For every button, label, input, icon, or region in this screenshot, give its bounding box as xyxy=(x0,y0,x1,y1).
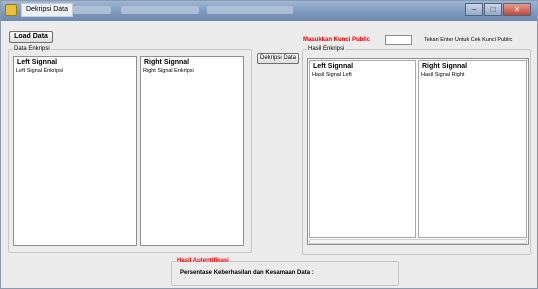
horizontal-scrollbar[interactable] xyxy=(309,239,527,244)
taskbar-tab-blurred xyxy=(73,6,111,14)
left-signal-header: Left Signnal xyxy=(313,63,354,70)
app-window: Dekripsi Data – □ ✕ Load Data Data Enkri… xyxy=(0,0,538,289)
list-item[interactable]: Hasil Signal Right xyxy=(421,72,464,78)
result-list-frame: Left Signnal Hasil Signal Left Right Sig… xyxy=(307,58,529,245)
encrypted-group-title: Data Enkripsi xyxy=(13,45,51,54)
list-item[interactable]: Hasil Signal Left xyxy=(312,72,352,78)
success-percentage-label: Persentase Keberhasilan dan Kesamaan Dat… xyxy=(180,270,314,276)
right-signal-header: Right Signnal xyxy=(422,63,468,70)
list-item[interactable]: Right Signal Enkripsi xyxy=(143,68,194,74)
caption-buttons: – □ ✕ xyxy=(465,3,531,17)
right-signal-header: Right Signnal xyxy=(144,59,190,66)
app-icon xyxy=(5,4,17,16)
decrypt-data-button[interactable]: Dekripsi Data xyxy=(257,53,299,64)
minimize-button[interactable]: – xyxy=(465,3,483,16)
public-key-input[interactable] xyxy=(385,35,412,45)
right-signal-encrypted-list[interactable]: Right Signnal Right Signal Enkripsi xyxy=(140,56,244,246)
close-button[interactable]: ✕ xyxy=(503,3,531,16)
maximize-button[interactable]: □ xyxy=(484,3,502,16)
window-title: Dekripsi Data xyxy=(21,3,74,17)
taskbar-tab-blurred xyxy=(121,6,199,14)
public-key-label: Masukkan Kunci Public xyxy=(303,37,371,43)
public-key-hint: Tekan Enter Untuk Cek Kunci Public xyxy=(424,37,513,43)
left-signal-result-list[interactable]: Left Signnal Hasil Signal Left xyxy=(309,60,416,238)
left-signal-header: Left Signnal xyxy=(17,59,58,66)
taskbar-tab-blurred xyxy=(207,6,293,14)
result-group-title: Hasil Enkripsi xyxy=(307,45,346,54)
load-data-button[interactable]: Load Data xyxy=(9,31,53,43)
authentication-group: Hasil Autentifikasi Persentase Keberhasi… xyxy=(171,257,399,286)
list-item[interactable]: Left Signal Enkripsi xyxy=(16,68,63,74)
title-bar: Dekripsi Data – □ ✕ xyxy=(1,1,537,21)
right-signal-result-list[interactable]: Right Signnal Hasil Signal Right xyxy=(418,60,527,238)
authentication-group-title: Hasil Autentifikasi xyxy=(176,257,230,266)
result-group: Hasil Enkripsi Left Signnal Hasil Signal… xyxy=(302,45,531,255)
encrypted-data-group: Data Enkripsi Left Signnal Left Signal E… xyxy=(8,45,252,253)
left-signal-encrypted-list[interactable]: Left Signnal Left Signal Enkripsi xyxy=(13,56,137,246)
